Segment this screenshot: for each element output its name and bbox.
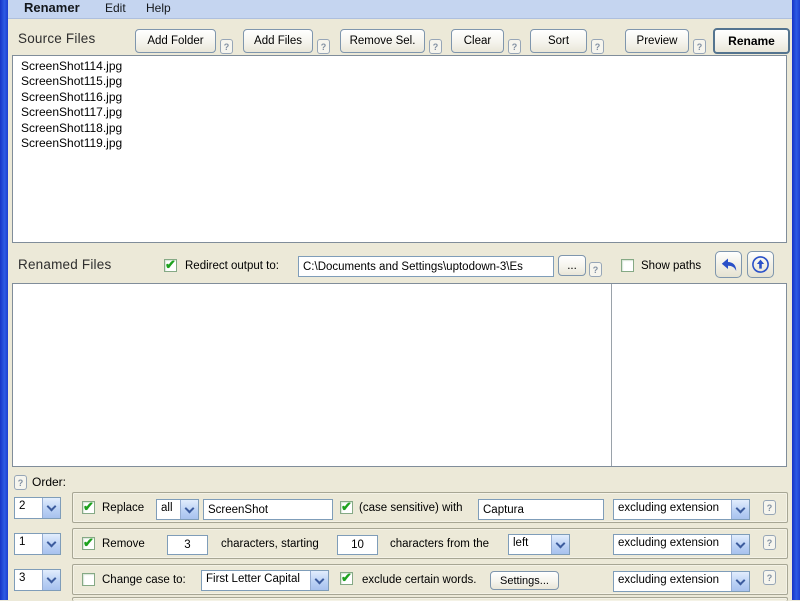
pane-divider xyxy=(611,284,612,466)
menu-edit[interactable]: Edit xyxy=(101,0,130,18)
remove-mid1-label: characters, starting xyxy=(221,538,319,550)
source-files-title: Source Files xyxy=(18,31,96,46)
replace-scope-select[interactable]: all xyxy=(156,499,199,520)
exclude-words-label: exclude certain words. xyxy=(362,574,477,586)
replace-with-input[interactable] xyxy=(478,499,604,520)
rule-replace-enable-checkbox[interactable] xyxy=(82,499,95,515)
remove-count-input[interactable] xyxy=(167,535,208,555)
circled-up-arrow-icon xyxy=(751,255,770,274)
list-item[interactable]: ScreenShot116.jpg xyxy=(13,90,786,105)
rule-4-groupbox-partial xyxy=(72,597,788,601)
remove-start-input[interactable] xyxy=(337,535,378,555)
chevron-down-icon xyxy=(731,535,749,554)
case-sensitive-label: (case sensitive) with xyxy=(359,502,463,514)
browse-help-button[interactable]: ? xyxy=(589,262,602,277)
clear-button[interactable]: Clear xyxy=(451,29,504,53)
window-border-right xyxy=(792,0,800,600)
show-paths-label: Show paths xyxy=(641,260,702,272)
browse-button[interactable]: ... xyxy=(558,255,586,276)
rule-remove-action-label: Remove xyxy=(102,538,145,550)
move-up-button[interactable] xyxy=(747,251,774,278)
rule-replace-action-label: Replace xyxy=(102,502,145,514)
menu-renamer[interactable]: Renamer xyxy=(20,0,84,18)
menu-help[interactable]: Help xyxy=(142,0,175,18)
sort-button[interactable]: Sort xyxy=(530,29,587,53)
rule-remove-help-button[interactable]: ? xyxy=(763,535,776,550)
apply-to-value: excluding extension xyxy=(618,537,720,549)
renamed-files-title: Renamed Files xyxy=(18,257,112,272)
rule-case-enable-checkbox[interactable] xyxy=(82,573,95,586)
add-files-help-button[interactable]: ? xyxy=(317,39,330,54)
window-border-left xyxy=(0,0,8,600)
clear-help-button[interactable]: ? xyxy=(508,39,521,54)
remove-selected-help-button[interactable]: ? xyxy=(429,39,442,54)
settings-button[interactable]: Settings... xyxy=(490,571,559,590)
show-paths-checkbox[interactable] xyxy=(621,259,634,272)
rename-button[interactable]: Rename xyxy=(713,28,790,54)
remove-selected-button[interactable]: Remove Sel. xyxy=(340,29,425,53)
chevron-down-icon xyxy=(310,571,328,590)
order-value: 1 xyxy=(19,536,26,548)
chevron-down-icon xyxy=(180,500,198,519)
preview-button[interactable]: Preview xyxy=(625,29,689,53)
add-files-button[interactable]: Add Files xyxy=(243,29,313,53)
rule-replace-help-button[interactable]: ? xyxy=(763,500,776,515)
chevron-down-icon xyxy=(731,572,749,591)
case-apply-to-select[interactable]: excluding extension xyxy=(613,571,750,592)
order-label: Order: xyxy=(32,475,67,489)
sort-help-button[interactable]: ? xyxy=(591,39,604,54)
list-item[interactable]: ScreenShot114.jpg xyxy=(13,59,786,74)
rule-case-help-button[interactable]: ? xyxy=(763,570,776,585)
order-value: 3 xyxy=(19,572,26,584)
scope-value: all xyxy=(161,502,173,514)
list-item[interactable]: ScreenShot118.jpg xyxy=(13,121,786,136)
list-item[interactable]: ScreenShot119.jpg xyxy=(13,136,786,151)
source-files-list[interactable]: ScreenShot114.jpg ScreenShot115.jpg Scre… xyxy=(12,55,787,243)
list-item[interactable]: ScreenShot117.jpg xyxy=(13,105,786,120)
remove-apply-to-select[interactable]: excluding extension xyxy=(613,534,750,555)
side-value: left xyxy=(513,537,529,549)
add-folder-button[interactable]: Add Folder xyxy=(135,29,216,53)
chevron-down-icon xyxy=(42,498,60,518)
menu-bar: Renamer Edit Help xyxy=(8,0,792,19)
case-mode-value: First Letter Capital xyxy=(206,573,300,585)
rule-case-action-label: Change case to: xyxy=(102,574,186,586)
remove-mid2-label: characters from the xyxy=(390,538,490,550)
undo-arrow-icon xyxy=(720,257,738,273)
add-folder-help-button[interactable]: ? xyxy=(220,39,233,54)
redirect-path-input[interactable] xyxy=(298,256,554,277)
list-item[interactable]: ScreenShot115.jpg xyxy=(13,74,786,89)
replace-apply-to-select[interactable]: excluding extension xyxy=(613,499,750,520)
rule-replace-order-select[interactable]: 2 xyxy=(14,497,61,519)
order-value: 2 xyxy=(19,500,26,512)
preview-help-button[interactable]: ? xyxy=(693,39,706,54)
case-mode-select[interactable]: First Letter Capital xyxy=(201,570,329,591)
chevron-down-icon xyxy=(42,534,60,554)
renamer-window: Renamer Edit Help Source Files Add Folde… xyxy=(0,0,800,601)
redirect-output-checkbox[interactable] xyxy=(164,257,177,273)
rule-remove-order-select[interactable]: 1 xyxy=(14,533,61,555)
apply-to-value: excluding extension xyxy=(618,574,720,586)
redirect-output-label: Redirect output to: xyxy=(185,260,279,272)
chevron-down-icon xyxy=(551,535,569,554)
order-help-button[interactable]: ? xyxy=(14,475,27,490)
rule-case-order-select[interactable]: 3 xyxy=(14,569,61,591)
undo-rename-button[interactable] xyxy=(715,251,742,278)
apply-to-value: excluding extension xyxy=(618,502,720,514)
chevron-down-icon xyxy=(731,500,749,519)
exclude-words-checkbox[interactable] xyxy=(340,570,353,586)
rule-remove-enable-checkbox[interactable] xyxy=(82,535,95,551)
chevron-down-icon xyxy=(42,570,60,590)
remove-side-select[interactable]: left xyxy=(508,534,570,555)
case-sensitive-checkbox[interactable] xyxy=(340,499,353,515)
replace-find-input[interactable] xyxy=(203,499,333,520)
renamed-files-pane[interactable] xyxy=(12,283,787,467)
